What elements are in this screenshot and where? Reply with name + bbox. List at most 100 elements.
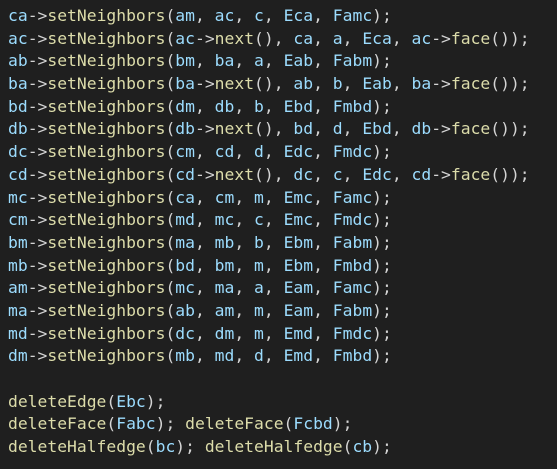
punctuation-token: ,: [263, 210, 284, 230]
punctuation-token: );: [372, 300, 392, 320]
function-token: setNeighbors: [47, 51, 166, 71]
code-line[interactable]: ma->setNeighbors(ab, am, m, Eam, Fabm);: [8, 300, 557, 323]
identifier-token: Eca: [283, 6, 314, 25]
identifier-token: Eam: [283, 278, 314, 298]
code-line[interactable]: cm->setNeighbors(md, mc, c, Emc, Fmdc);: [8, 209, 557, 232]
punctuation-token: (: [165, 323, 176, 343]
code-line[interactable]: bm->setNeighbors(ma, mb, b, Ebm, Fabm);: [8, 232, 557, 255]
punctuation-token: );: [372, 255, 392, 275]
identifier-token: cd: [175, 164, 195, 184]
punctuation-token: ,: [194, 51, 215, 71]
identifier-token: dc: [175, 323, 195, 343]
identifier-token: b: [254, 96, 264, 116]
identifier-token: ac: [214, 6, 235, 25]
function-token: setNeighbors: [47, 6, 166, 25]
identifier-token: c: [254, 210, 264, 230]
function-token: face: [450, 74, 491, 94]
punctuation-token: ->: [27, 300, 48, 320]
punctuation-token: ,: [234, 300, 255, 320]
identifier-token: d: [254, 346, 264, 366]
punctuation-token: (: [106, 391, 117, 411]
function-token: setNeighbors: [47, 232, 166, 252]
code-line[interactable]: ab->setNeighbors(bm, ba, a, Eab, Fabm);: [8, 50, 557, 73]
identifier-token: Fmbd: [332, 255, 373, 275]
code-line[interactable]: mb->setNeighbors(bd, bm, m, Ebm, Fmbd);: [8, 255, 557, 278]
punctuation-token: (: [490, 119, 501, 139]
punctuation-token: );: [372, 210, 392, 230]
code-line[interactable]: ca->setNeighbors(am, ac, c, Eca, Famc);: [8, 5, 557, 28]
identifier-token: db: [8, 119, 28, 139]
identifier-token: c: [332, 164, 343, 184]
punctuation-token: ->: [27, 187, 48, 207]
identifier-token: dc: [293, 164, 314, 184]
punctuation-token: (: [283, 414, 294, 434]
identifier-token: Eam: [283, 300, 314, 320]
code-line[interactable]: deleteHalfedge(bc); deleteHalfedge(cb);: [8, 436, 557, 459]
code-line[interactable]: ac->setNeighbors(ac->next(), ca, a, Eca,…: [8, 28, 557, 51]
punctuation-token: ,: [263, 278, 284, 298]
identifier-token: m: [254, 255, 264, 275]
code-line[interactable]: db->setNeighbors(db->next(), bd, d, Ebd,…: [8, 118, 557, 141]
identifier-token: ac: [8, 28, 28, 48]
identifier-token: db: [175, 119, 195, 139]
punctuation-token: (: [165, 119, 176, 139]
identifier-token: ca: [175, 187, 195, 207]
punctuation-token: (: [165, 142, 176, 162]
identifier-token: ma: [175, 232, 195, 252]
function-token: setNeighbors: [47, 278, 166, 298]
punctuation-token: ,: [342, 28, 363, 48]
code-line[interactable]: bd->setNeighbors(dm, db, b, Ebd, Fmbd);: [8, 96, 557, 119]
identifier-token: Fmbd: [332, 346, 373, 366]
function-token: setNeighbors: [47, 346, 166, 366]
punctuation-token: (: [165, 255, 176, 275]
code-line[interactable]: cd->setNeighbors(cd->next(), dc, c, Edc,…: [8, 164, 557, 187]
punctuation-token: ->: [27, 28, 48, 48]
identifier-token: Eab: [283, 51, 314, 71]
punctuation-token: ,: [263, 142, 284, 162]
punctuation-token: ,: [313, 6, 333, 25]
punctuation-token: );: [372, 278, 392, 298]
punctuation-token: (: [165, 51, 176, 71]
code-line[interactable]: md->setNeighbors(dc, dm, m, Emd, Fmdc);: [8, 323, 557, 346]
punctuation-token: (: [145, 437, 156, 457]
function-token: setNeighbors: [47, 74, 166, 94]
identifier-token: Fmdc: [332, 210, 373, 230]
punctuation-token: ),: [263, 74, 294, 94]
identifier-token: Edc: [362, 164, 392, 184]
punctuation-token: ,: [234, 255, 255, 275]
identifier-token: ac: [175, 28, 195, 48]
punctuation-token: ));: [500, 28, 530, 48]
punctuation-token: ));: [500, 164, 530, 184]
punctuation-token: ->: [27, 210, 48, 230]
punctuation-token: ,: [234, 51, 255, 71]
code-line[interactable]: mc->setNeighbors(ca, cm, m, Emc, Famc);: [8, 187, 557, 210]
punctuation-token: ,: [194, 187, 215, 207]
code-editor[interactable]: ca->setNeighbors(am, ac, c, Eca, Famc); a…: [0, 0, 557, 459]
identifier-token: m: [254, 187, 264, 207]
punctuation-token: ,: [313, 164, 333, 184]
punctuation-token: (: [342, 437, 353, 457]
code-line[interactable]: dm->setNeighbors(mb, md, d, Emd, Fmbd);: [8, 345, 557, 368]
code-line[interactable]: deleteEdge(Ebc);: [8, 391, 557, 414]
identifier-token: Fmdc: [332, 323, 373, 343]
identifier-token: cd: [411, 164, 432, 184]
punctuation-token: ->: [27, 74, 48, 94]
identifier-token: bd: [293, 119, 314, 139]
punctuation-token: ->: [27, 278, 48, 298]
punctuation-token: ,: [263, 187, 284, 207]
code-line[interactable]: ba->setNeighbors(ba->next(), ab, b, Eab,…: [8, 73, 557, 96]
punctuation-token: ,: [391, 164, 412, 184]
code-line[interactable]: dc->setNeighbors(cm, cd, d, Edc, Fmdc);: [8, 141, 557, 164]
punctuation-token: ,: [391, 74, 412, 94]
identifier-token: Famc: [332, 6, 373, 25]
punctuation-token: );: [372, 96, 392, 116]
code-line[interactable]: deleteFace(Fabc); deleteFace(Fcbd);: [8, 413, 557, 436]
identifier-token: ma: [214, 278, 235, 298]
code-line[interactable]: am->setNeighbors(mc, ma, a, Eam, Famc);: [8, 277, 557, 300]
punctuation-token: );: [372, 6, 392, 25]
code-line[interactable]: [8, 368, 557, 391]
punctuation-token: ,: [263, 346, 284, 366]
punctuation-token: );: [372, 187, 392, 207]
function-token: face: [450, 164, 491, 184]
punctuation-token: ,: [313, 28, 333, 48]
